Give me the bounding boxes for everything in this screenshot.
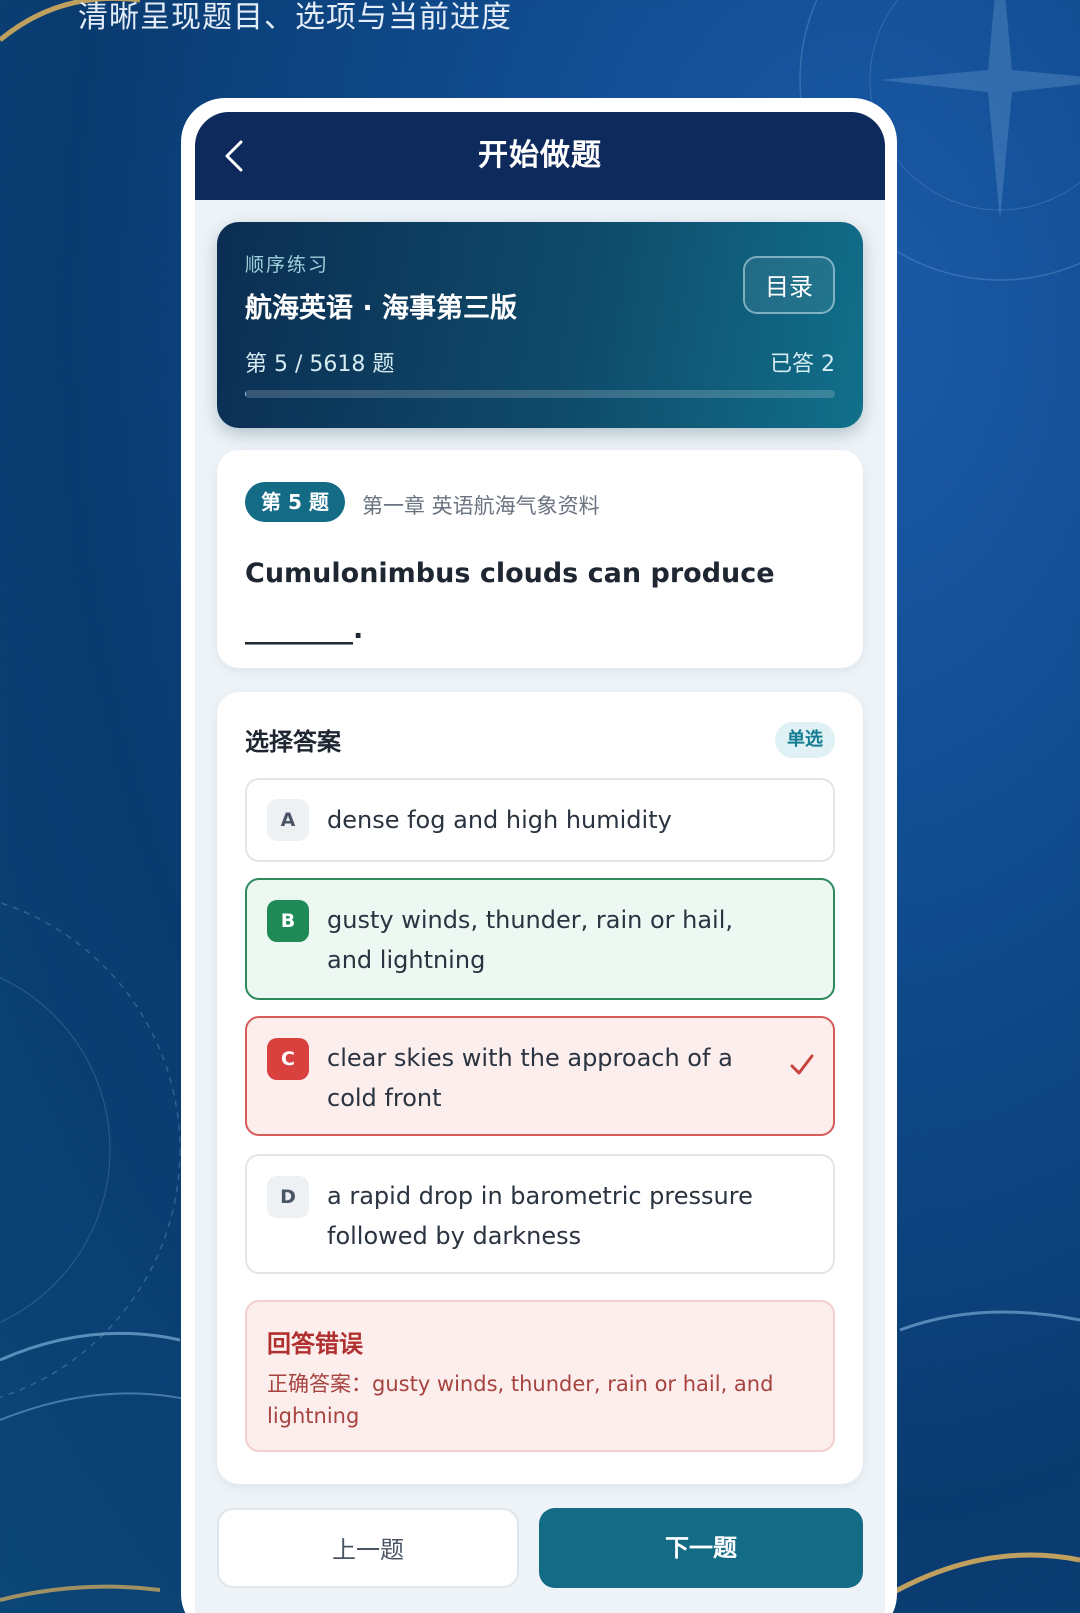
question-card: 第 5 题 第一章 英语航海气象资料 Cumulonimbus clouds c… <box>217 450 863 668</box>
next-question-button[interactable]: 下一题 <box>539 1508 863 1588</box>
app-screen: 开始做题 顺序练习 航海英语 · 海事第三版 目录 第 5 / 5618 题 已… <box>195 112 885 1613</box>
option-text: dense fog and high humidity <box>327 806 672 834</box>
question-progress: 第 5 / 5618 题 <box>245 352 395 377</box>
question-number-badge: 第 5 题 <box>245 482 345 522</box>
option-letter: B <box>267 900 309 942</box>
previous-question-button[interactable]: 上一题 <box>217 1508 519 1588</box>
answer-result: 回答错误 正确答案：gusty winds, thunder, rain or … <box>245 1300 835 1452</box>
progress-bar-fill <box>245 390 246 398</box>
banner-caption: 清晰呈现题目、选项与当前进度 <box>78 0 512 35</box>
check-icon <box>790 1054 814 1075</box>
option-b[interactable]: B gusty winds, thunder, rain or hail, an… <box>245 878 835 1000</box>
correct-answer-text: 正确答案：gusty winds, thunder, rain or hail,… <box>267 1372 774 1428</box>
option-text: gusty winds, thunder, rain or hail, and … <box>327 906 734 974</box>
option-letter: A <box>267 799 309 841</box>
answers-title: 选择答案 <box>245 728 341 756</box>
option-letter: D <box>267 1176 309 1218</box>
option-d[interactable]: D a rapid drop in barometric pressure fo… <box>245 1154 835 1274</box>
result-title: 回答错误 <box>267 1330 363 1358</box>
practice-mode: 顺序练习 <box>245 254 330 276</box>
option-text: a rapid drop in barometric pressure foll… <box>327 1182 753 1250</box>
progress-bar <box>245 390 835 398</box>
catalog-button[interactable]: 目录 <box>743 256 835 314</box>
question-text: Cumulonimbus clouds can produce ________… <box>245 558 775 645</box>
chapter-label: 第一章 英语航海气象资料 <box>362 494 600 518</box>
option-letter: C <box>267 1038 309 1080</box>
book-title: 航海英语 · 海事第三版 <box>245 293 518 324</box>
answers-card: 选择答案 单选 A dense fog and high humidity B … <box>217 692 863 1484</box>
option-c[interactable]: C clear skies with the approach of a col… <box>245 1016 835 1136</box>
navbar: 开始做题 <box>195 112 885 200</box>
option-text: clear skies with the approach of a cold … <box>327 1044 733 1112</box>
progress-card: 顺序练习 航海英语 · 海事第三版 目录 第 5 / 5618 题 已答 2 <box>217 222 863 428</box>
question-type-badge: 单选 <box>775 722 835 758</box>
page-title: 开始做题 <box>478 138 602 173</box>
option-a[interactable]: A dense fog and high humidity <box>245 778 835 862</box>
answered-count: 已答 2 <box>770 352 835 377</box>
